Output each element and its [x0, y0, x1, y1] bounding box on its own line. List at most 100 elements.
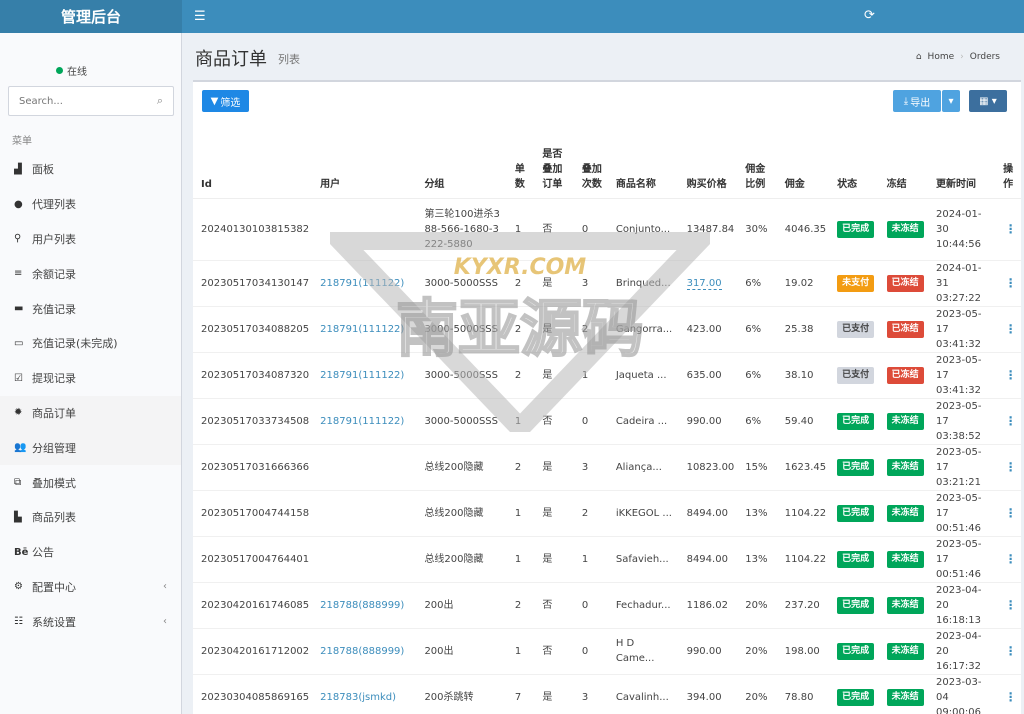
table-row[interactable]: 20230517033734508 218791(111122) 3000-5000… — [193, 398, 1021, 445]
refresh-icon[interactable]: ⟳ — [864, 8, 875, 23]
status-badge: 已完成 — [837, 458, 875, 476]
col-header[interactable]: 佣金比例 — [737, 122, 777, 199]
sidebar-item-recharge[interactable]: ▬ 充值记录 — [0, 291, 181, 326]
more-actions-icon[interactable]: ⋮ — [995, 674, 1021, 714]
cell-rate: 6% — [737, 306, 777, 353]
table-row[interactable]: 20230420161712002 218788(888999) 200出 1 否 0 H … — [193, 628, 1021, 675]
cell-product: Aliança... — [607, 444, 679, 491]
cell-group: 200出 — [416, 582, 507, 629]
table-row[interactable]: 20230420161746085 218788(888999) 200出 2 否 0 Fe… — [193, 582, 1021, 629]
user-link[interactable]: 218788(888999) — [320, 600, 404, 611]
chevron-left-icon: ‹ — [163, 581, 167, 593]
sidebar-item-notice[interactable]: Bē 公告 — [0, 535, 181, 570]
cell-price: 990.00 — [686, 645, 722, 657]
table-row[interactable]: 20230517034088205 218791(111122) 3000-5000… — [193, 306, 1021, 353]
user-link[interactable]: 218791(111122) — [320, 324, 404, 335]
table-row[interactable]: 20230517004764401 总线200隐藏 1 是 1 Safavieh... 84… — [193, 536, 1021, 583]
sidebar-item-products[interactable]: ▙ 商品列表 — [0, 500, 181, 535]
sidebar-item-dashboard[interactable]: ▟ 面板 — [0, 152, 181, 187]
col-header[interactable]: 佣金 — [776, 122, 830, 199]
check-square-icon: ☑ — [14, 372, 23, 384]
sidebar-item-orders[interactable]: ✹ 商品订单 — [0, 395, 181, 431]
more-actions-icon[interactable]: ⋮ — [995, 306, 1021, 353]
frozen-badge: 未冻结 — [886, 458, 924, 476]
cell-price: 394.00 — [686, 691, 722, 703]
sidebar-item-config[interactable]: ⚙ 配置中心 ‹ — [0, 570, 181, 605]
table-row[interactable]: 20230517034130147 218791(111122) 3000-5000… — [193, 260, 1021, 307]
table-row[interactable]: 20230517031666366 总线200隐藏 2 是 3 Aliança... 108… — [193, 444, 1021, 491]
user-link[interactable]: 218791(111122) — [320, 416, 404, 427]
cell-stack-times: 0 — [573, 628, 608, 675]
table-row[interactable]: 20230517034087320 218791(111122) 3000-5000… — [193, 352, 1021, 399]
cell-stack-times: 3 — [573, 444, 608, 491]
more-actions-icon[interactable]: ⋮ — [995, 444, 1021, 491]
sidebar-item-settings[interactable]: ☷ 系统设置 ‹ — [0, 604, 181, 639]
cell-stack-times: 0 — [573, 582, 608, 629]
columns-toggle-button[interactable]: ▦ ▾ — [969, 90, 1007, 112]
col-header[interactable]: 单数 — [506, 122, 535, 199]
col-header[interactable]: 状态 — [829, 122, 879, 199]
more-actions-icon[interactable]: ⋮ — [995, 260, 1021, 307]
more-actions-icon[interactable]: ⋮ — [995, 536, 1021, 583]
col-header[interactable]: 用户 — [312, 122, 417, 199]
user-link[interactable]: 218791(111122) — [320, 278, 404, 289]
cell-stack-times: 2 — [573, 490, 608, 537]
user-link[interactable]: 218783(jsmkd) — [320, 692, 396, 703]
page-title: 商品订单 — [195, 49, 267, 70]
menu-toggle-icon[interactable]: ☰ — [194, 9, 206, 24]
status-badge: 已完成 — [837, 550, 875, 568]
sidebar-item-label: 代理列表 — [32, 198, 76, 212]
brand-logo[interactable]: 管理后台 — [0, 0, 182, 33]
col-header[interactable]: 更新时间 — [928, 122, 996, 199]
list-icon: ≡ — [14, 268, 23, 280]
export-dropdown-button[interactable]: ▾ — [942, 90, 960, 112]
more-actions-icon[interactable]: ⋮ — [995, 490, 1021, 537]
more-actions-icon[interactable]: ⋮ — [995, 582, 1021, 629]
chevron-left-icon: ‹ — [163, 616, 167, 628]
sidebar-item-label: 商品订单 — [32, 406, 76, 420]
col-header[interactable]: 购买价格 — [678, 122, 738, 199]
sidebar-item-users[interactable]: ⚲ 用户列表 — [0, 222, 181, 257]
cell-group: 3000-5000SSS — [416, 352, 507, 399]
sidebar-item-balance[interactable]: ≡ 余额记录 — [0, 256, 181, 291]
col-header[interactable]: Id — [193, 122, 313, 199]
breadcrumb-home[interactable]: Home — [928, 52, 955, 62]
sidebar-item-withdraw[interactable]: ☑ 提现记录 — [0, 361, 181, 396]
status-badge: 已支付 — [837, 320, 875, 338]
cell-id: 20230517004764401 — [193, 536, 313, 583]
user-link[interactable]: 218791(111122) — [320, 370, 404, 381]
filter-button[interactable]: ▼ 筛选 — [202, 90, 249, 112]
sidebar-item-recharge-pending[interactable]: ▭ 充值记录(未完成) — [0, 326, 181, 361]
cell-price[interactable]: 317.00 — [686, 277, 722, 290]
sidebar-item-stack-mode[interactable]: ⧉ 叠加模式 — [0, 465, 181, 500]
col-header[interactable]: 商品名称 — [607, 122, 679, 199]
table-row[interactable]: 20230304085869165 218783(jsmkd) 200杀跳转 7 是 3 C… — [193, 674, 1021, 714]
search-icon[interactable]: ⌕ — [157, 94, 163, 108]
table-row[interactable]: 20230517004744158 总线200隐藏 1 是 2 iKKEGOL ... 84… — [193, 490, 1021, 537]
cell-id: 20230517031666366 — [193, 444, 313, 491]
sliders-icon: ☷ — [14, 616, 23, 628]
sidebar-item-groups[interactable]: 👥 分组管理 — [0, 430, 181, 466]
col-header[interactable]: 叠加次数 — [573, 122, 608, 199]
col-header[interactable]: 分组 — [416, 122, 507, 199]
col-header[interactable]: 是否叠加订单 — [534, 122, 574, 199]
search-input[interactable] — [19, 95, 149, 107]
cell-stack-times: 1 — [573, 352, 608, 399]
more-actions-icon[interactable]: ⋮ — [995, 398, 1021, 445]
more-actions-icon[interactable]: ⋮ — [995, 198, 1021, 261]
export-button[interactable]: ⤓ 导出 — [893, 90, 941, 112]
more-actions-icon[interactable]: ⋮ — [995, 628, 1021, 675]
breadcrumb-current: Orders — [969, 52, 1000, 62]
cell-group: 总线200隐藏 — [416, 444, 507, 491]
table-row[interactable]: 20240130103815382 第三轮100进杀388-566-1680-32… — [193, 198, 1021, 261]
more-actions-icon[interactable]: ⋮ — [995, 352, 1021, 399]
sidebar-item-label: 充值记录 — [32, 302, 76, 316]
col-header[interactable]: 冻结 — [878, 122, 929, 199]
sidebar-item-agents[interactable]: ● 代理列表 — [0, 187, 181, 222]
cell-rate: 13% — [737, 536, 777, 583]
cell-stack-times: 1 — [573, 536, 608, 583]
sidebar-item-label: 配置中心 — [32, 580, 76, 594]
cell-commission: 78.80 — [776, 674, 830, 714]
user-link[interactable]: 218788(888999) — [320, 646, 404, 657]
cell-updated: 2023-05-17 00:51:46 — [928, 490, 996, 537]
